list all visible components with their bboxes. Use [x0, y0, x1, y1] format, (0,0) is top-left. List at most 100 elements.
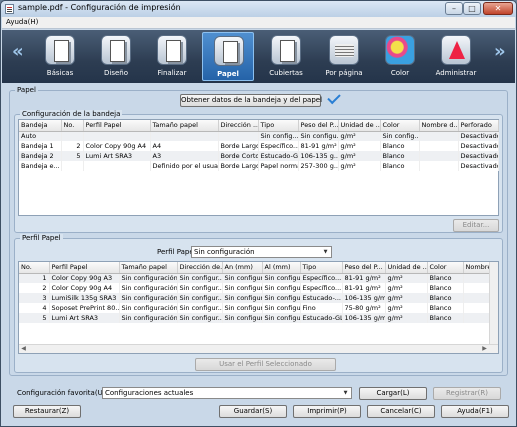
maximize-button[interactable]: □ — [463, 2, 481, 15]
edit-tray-button[interactable]: Editar... — [453, 219, 499, 232]
table-row[interactable]: 1 Color Copy 90g A3 Sin configuración Si… — [19, 273, 490, 283]
tab-layout[interactable]: Diseño — [90, 32, 142, 81]
close-button[interactable]: ✕ — [483, 2, 513, 15]
cover-icon — [271, 35, 301, 65]
column-header[interactable]: Tipo — [258, 120, 299, 132]
column-header[interactable]: Color — [427, 262, 464, 274]
profile-select-value: Sin configuración — [194, 248, 255, 256]
save-button[interactable]: Guardar(S) — [219, 405, 287, 418]
column-header[interactable]: Perforado — [458, 120, 499, 132]
table-cell — [463, 293, 490, 303]
column-header[interactable]: Peso del P... — [342, 262, 386, 274]
tray-table-grid: Bandeja No. Perfil Papel Tamaño papel Di… — [19, 120, 499, 171]
column-header[interactable]: Color — [380, 120, 420, 132]
table-cell: Sin configur... — [177, 283, 223, 293]
table-cell: Sin configur... — [177, 293, 223, 303]
table-cell: Borde Largo — [218, 161, 259, 171]
tray-config-group: Configuración de la bandeja Bandeja No. … — [14, 110, 503, 233]
minimize-button[interactable]: – — [445, 2, 463, 15]
table-cell: g/m² — [338, 131, 381, 141]
scroll-right-button[interactable]: » — [494, 41, 506, 62]
favorites-select[interactable]: Configuraciones actuales ▼ — [102, 387, 352, 399]
column-header[interactable]: Peso del P... — [298, 120, 339, 132]
column-header[interactable]: Unidad de ... — [385, 262, 428, 274]
layout-icon — [101, 35, 131, 65]
table-cell: Auto — [19, 131, 62, 141]
tab-basic[interactable]: Básicas — [34, 32, 86, 81]
check-icon — [327, 90, 341, 105]
column-header[interactable]: Dirección ... — [218, 120, 259, 132]
profile-horizontal-scrollbar[interactable]: ◀ ▶ — [19, 344, 498, 353]
administration-icon — [441, 35, 471, 65]
column-header[interactable]: Al (mm) — [262, 262, 301, 274]
scroll-left-icon[interactable]: ◀ — [19, 345, 28, 353]
profile-select[interactable]: Sin configuración ▼ — [191, 246, 332, 258]
column-header[interactable]: Tamaño papel — [119, 262, 178, 274]
table-cell: Color Copy 90g A4 — [83, 141, 151, 151]
table-cell: Específico... — [300, 283, 343, 293]
table-cell: Color Copy 90g A3 — [49, 273, 120, 283]
register-favorite-button[interactable]: Registrar(R) — [433, 387, 501, 400]
column-header[interactable]: Tamaño papel — [150, 120, 219, 132]
tab-paper[interactable]: Papel — [202, 32, 254, 81]
table-cell: g/m² — [385, 303, 428, 313]
table-cell: g/m² — [338, 151, 381, 161]
table-cell: Estucado-GL — [258, 151, 299, 161]
tab-administration[interactable]: Administrar — [430, 32, 482, 81]
table-cell: Definido por el usuario — [150, 161, 219, 171]
tab-cover[interactable]: Cubiertas — [260, 32, 312, 81]
table-cell: 81-91 g/m² — [298, 141, 339, 151]
load-favorite-button[interactable]: Cargar(L) — [359, 387, 427, 400]
table-cell — [83, 161, 151, 171]
tab-per-page[interactable]: Por página — [316, 32, 372, 81]
column-header[interactable]: Dirección de... — [177, 262, 223, 274]
table-cell: 2 — [19, 283, 50, 293]
column-header[interactable]: An (mm) — [222, 262, 263, 274]
column-header[interactable]: Nombre d... — [419, 120, 459, 132]
chevron-down-icon: ▼ — [323, 249, 328, 255]
column-header[interactable]: Nombre ... — [463, 262, 490, 274]
help-button[interactable]: Ayuda(F1) — [441, 405, 509, 418]
table-cell: Lumi Art SRA3 — [49, 313, 120, 323]
table-cell: Desactivado — [458, 141, 499, 151]
column-header[interactable]: No. — [61, 120, 84, 132]
restore-button[interactable]: Restaurar(Z) — [13, 405, 81, 418]
scroll-left-button[interactable]: « — [12, 41, 24, 62]
finishing-icon — [157, 35, 187, 65]
tray-table: Bandeja No. Perfil Papel Tamaño papel Di… — [18, 119, 499, 216]
table-row[interactable]: 5 Lumi Art SRA3 Sin configuración Sin co… — [19, 313, 490, 323]
table-row[interactable]: Bandeja 1 2 Color Copy 90g A4 A4 Borde L… — [19, 141, 499, 151]
table-row[interactable]: 3 LumiSilk 135g SRA3 Sin configuración S… — [19, 293, 490, 303]
column-header[interactable]: Perfil Papel — [49, 262, 120, 274]
column-header[interactable]: Tipo — [300, 262, 343, 274]
table-row[interactable]: 4 Soposet PrePrint 80... Sin configuraci… — [19, 303, 490, 313]
profile-table: No. Perfil Papel Tamaño papel Dirección … — [18, 261, 499, 354]
table-row[interactable]: Auto Sin config... Sin configu... g/m² S… — [19, 131, 499, 141]
get-tray-data-button[interactable]: Obtener datos de la bandeja y del papel — [180, 94, 322, 107]
tab-finishing[interactable]: Finalizar — [146, 32, 198, 81]
tab-finishing-label: Finalizar — [157, 69, 187, 77]
table-row[interactable]: Bandeja 2 5 Lumi Art SRA3 A3 Borde Corto… — [19, 151, 499, 161]
menu-help[interactable]: Ayuda(H) — [6, 18, 38, 26]
table-cell: Sin configur... — [222, 313, 263, 323]
column-header[interactable]: No. — [19, 262, 50, 274]
print-button[interactable]: Imprimir(P) — [293, 405, 361, 418]
table-cell: 3 — [19, 293, 50, 303]
profile-vertical-scrollbar[interactable] — [489, 262, 498, 344]
scroll-right-icon[interactable]: ▶ — [480, 345, 489, 353]
table-cell: Sin config... — [258, 131, 299, 141]
column-header[interactable]: Unidad de ... — [338, 120, 381, 132]
tab-color[interactable]: Color — [374, 32, 426, 81]
table-row[interactable]: Bandeja e... Definido por el usuario Bor… — [19, 161, 499, 171]
table-cell: A4 — [150, 141, 219, 151]
cancel-button[interactable]: Cancelar(C) — [367, 405, 435, 418]
column-header[interactable]: Bandeja — [19, 120, 62, 132]
table-row[interactable]: 2 Color Copy 90g A4 Sin configuración Si… — [19, 283, 490, 293]
table-cell: Sin configu... — [298, 131, 339, 141]
profile-table-grid: No. Perfil Papel Tamaño papel Dirección … — [19, 262, 490, 323]
use-selected-profile-button[interactable]: Usar el Perfil Seleccionado — [195, 358, 336, 371]
table-cell: g/m² — [385, 293, 428, 303]
column-header[interactable]: Perfil Papel — [83, 120, 151, 132]
table-cell: Sin configuración — [119, 273, 178, 283]
table-cell: Blanco — [427, 293, 464, 303]
